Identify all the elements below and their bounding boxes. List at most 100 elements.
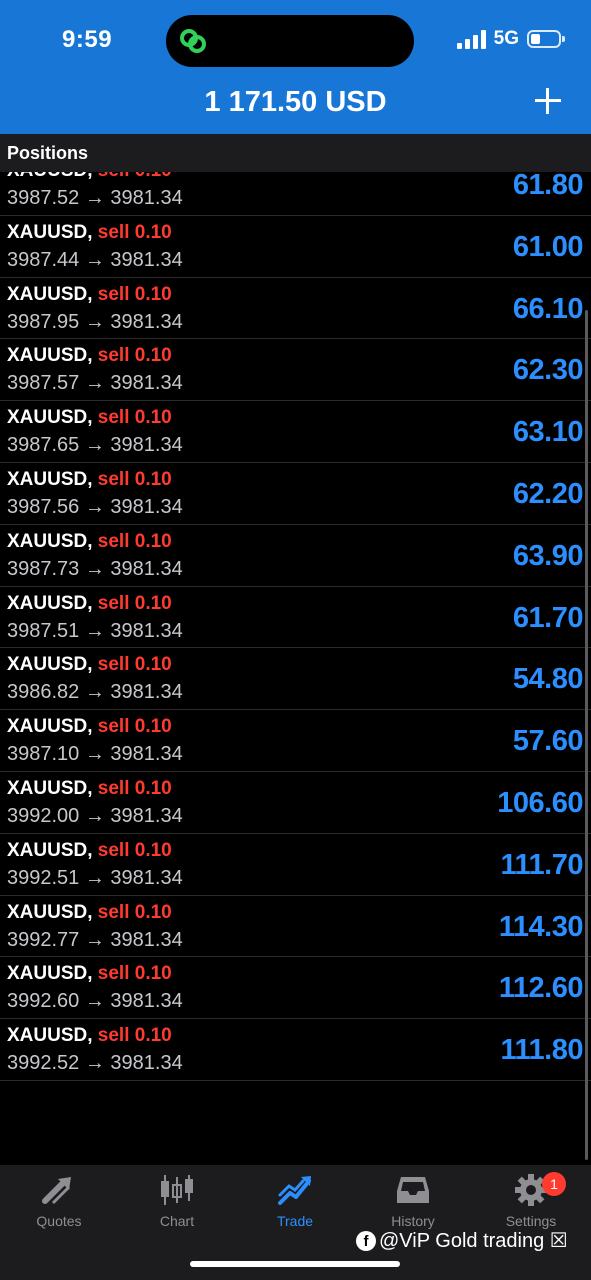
tab-trade[interactable]: Trade	[236, 1171, 354, 1241]
position-prices: 3992.77 → 3981.34	[7, 928, 183, 951]
position-row[interactable]: XAUUSD, sell 0.10 3987.51 → 3981.34 61.70	[0, 587, 591, 649]
position-row[interactable]: XAUUSD, sell 0.10 3992.52 → 3981.34 111.80	[0, 1019, 591, 1081]
positions-list[interactable]: XAUUSD, sell 0.10 3987.52 → 3981.34 61.80 X…	[0, 154, 591, 1082]
position-side: sell 0.10	[97, 716, 172, 738]
position-side: sell 0.10	[97, 530, 172, 552]
position-row[interactable]: XAUUSD, sell 0.10 3992.60 → 3981.34 112.60	[0, 957, 591, 1020]
position-prices: 3992.51 → 3981.34	[7, 866, 183, 889]
position-symbol-line: XAUUSD, sell 0.10	[7, 531, 172, 553]
notification-badge: 1	[542, 1172, 566, 1196]
position-prices: 3987.56 → 3981.34	[7, 495, 183, 518]
position-prices: 3987.57 → 3981.34	[7, 372, 183, 395]
position-side: sell 0.10	[97, 1025, 172, 1047]
watermark-text: @ViP Gold trading ☒	[379, 1230, 568, 1252]
position-row[interactable]: XAUUSD, sell 0.10 3992.00 → 3981.34 106.60	[0, 772, 591, 834]
position-symbol-line: XAUUSD, sell 0.10	[7, 963, 172, 985]
battery-icon	[527, 30, 565, 48]
position-profit: 114.30	[498, 910, 584, 943]
position-symbol: XAUUSD,	[7, 345, 93, 367]
position-symbol: XAUUSD,	[7, 654, 93, 676]
position-side: sell 0.10	[97, 468, 172, 490]
top-bar: 9:59 5G 1 171.50 USD	[0, 0, 591, 134]
position-prices: 3986.82 → 3981.34	[7, 681, 183, 704]
tab-label: Trade	[276, 1213, 314, 1229]
position-symbol: XAUUSD,	[7, 592, 93, 614]
position-symbol: XAUUSD,	[7, 839, 93, 861]
dynamic-island	[166, 15, 414, 67]
position-row[interactable]: XAUUSD, sell 0.10 3987.57 → 3981.34 62.30	[0, 339, 591, 402]
position-row[interactable]: XAUUSD, sell 0.10 3987.65 → 3981.34 63.10	[0, 401, 591, 463]
position-profit: 63.90	[512, 539, 584, 572]
position-symbol: XAUUSD,	[7, 530, 93, 552]
position-symbol-line: XAUUSD, sell 0.10	[7, 593, 172, 615]
position-side: sell 0.10	[97, 221, 172, 243]
scrollbar[interactable]	[585, 310, 588, 1160]
position-row[interactable]: XAUUSD, sell 0.10 3992.77 → 3981.34 114.30	[0, 896, 591, 958]
position-symbol: XAUUSD,	[7, 963, 93, 985]
plus-icon[interactable]	[533, 86, 563, 116]
position-prices: 3992.60 → 3981.34	[7, 990, 183, 1013]
trade-trend-icon	[278, 1176, 311, 1205]
position-symbol-line: XAUUSD, sell 0.10	[7, 1025, 172, 1047]
link-activity-icon	[180, 29, 206, 53]
position-symbol: XAUUSD,	[7, 468, 93, 490]
position-profit: 62.20	[512, 477, 584, 510]
positions-title: Positions	[7, 143, 89, 163]
position-profit: 54.80	[512, 663, 584, 696]
position-prices: 3992.00 → 3981.34	[7, 804, 183, 827]
network-label: 5G	[493, 28, 519, 49]
position-symbol: XAUUSD,	[7, 407, 93, 429]
position-symbol-line: XAUUSD, sell 0.10	[7, 840, 172, 862]
position-prices: 3987.65 → 3981.34	[7, 434, 183, 457]
position-profit: 112.60	[498, 972, 584, 1005]
position-row[interactable]: XAUUSD, sell 0.10 3986.82 → 3981.34 54.80	[0, 648, 591, 711]
tab-quotes[interactable]: Quotes	[0, 1171, 118, 1241]
tab-label: Chart	[159, 1213, 195, 1229]
position-profit: 106.60	[497, 786, 583, 819]
position-symbol-line: XAUUSD, sell 0.10	[7, 654, 172, 676]
positions-header: Positions	[0, 134, 591, 172]
position-profit: 61.70	[512, 601, 584, 634]
position-row[interactable]: XAUUSD, sell 0.10 3987.10 → 3981.34 57.60	[0, 710, 591, 772]
position-side: sell 0.10	[97, 283, 172, 305]
position-symbol-line: XAUUSD, sell 0.10	[7, 778, 172, 800]
position-prices: 3987.44 → 3981.34	[7, 248, 183, 271]
position-side: sell 0.10	[97, 901, 172, 923]
position-symbol-line: XAUUSD, sell 0.10	[7, 407, 172, 429]
facebook-icon: f	[356, 1230, 376, 1251]
position-row[interactable]: XAUUSD, sell 0.10 3992.51 → 3981.34 111.70	[0, 834, 591, 896]
home-indicator[interactable]	[190, 1261, 400, 1267]
position-symbol: XAUUSD,	[7, 221, 93, 243]
position-row[interactable]: XAUUSD, sell 0.10 3987.56 → 3981.34 62.20	[0, 463, 591, 525]
position-prices: 3987.73 → 3981.34	[7, 557, 183, 580]
position-side: sell 0.10	[97, 345, 172, 367]
position-prices: 3987.51 → 3981.34	[7, 619, 183, 642]
position-symbol: XAUUSD,	[7, 716, 93, 738]
position-side: sell 0.10	[97, 839, 172, 861]
watermark: f @ViP Gold trading ☒	[356, 1228, 568, 1253]
position-side: sell 0.10	[97, 407, 172, 429]
position-row[interactable]: XAUUSD, sell 0.10 3987.95 → 3981.34 66.10	[0, 278, 591, 340]
position-profit: 61.80	[512, 169, 584, 201]
tab-chart[interactable]: Chart	[118, 1171, 236, 1241]
candlestick-icon	[161, 1175, 193, 1205]
position-row[interactable]: XAUUSD, sell 0.10 3987.73 → 3981.34 63.90	[0, 525, 591, 587]
position-symbol-line: XAUUSD, sell 0.10	[7, 716, 172, 738]
position-prices: 3992.52 → 3981.34	[7, 1052, 183, 1075]
tab-label: Settings	[505, 1213, 557, 1229]
position-side: sell 0.10	[97, 592, 172, 614]
position-prices: 3987.52 → 3981.34	[7, 187, 183, 209]
position-row[interactable]: XAUUSD, sell 0.10 3987.44 → 3981.34 61.00	[0, 216, 591, 278]
position-profit: 57.60	[512, 725, 584, 758]
position-profit: 62.30	[512, 354, 584, 387]
position-side: sell 0.10	[97, 963, 172, 985]
position-symbol-line: XAUUSD, sell 0.10	[7, 284, 172, 306]
position-symbol-line: XAUUSD, sell 0.10	[7, 902, 172, 924]
position-symbol: XAUUSD,	[7, 777, 93, 799]
position-symbol-line: XAUUSD, sell 0.10	[7, 345, 172, 367]
position-profit: 111.70	[500, 848, 584, 881]
position-symbol-line: XAUUSD, sell 0.10	[7, 222, 172, 244]
position-profit: 63.10	[512, 416, 584, 449]
signal-icon	[456, 29, 486, 49]
status-indicators: 5G	[456, 28, 565, 50]
